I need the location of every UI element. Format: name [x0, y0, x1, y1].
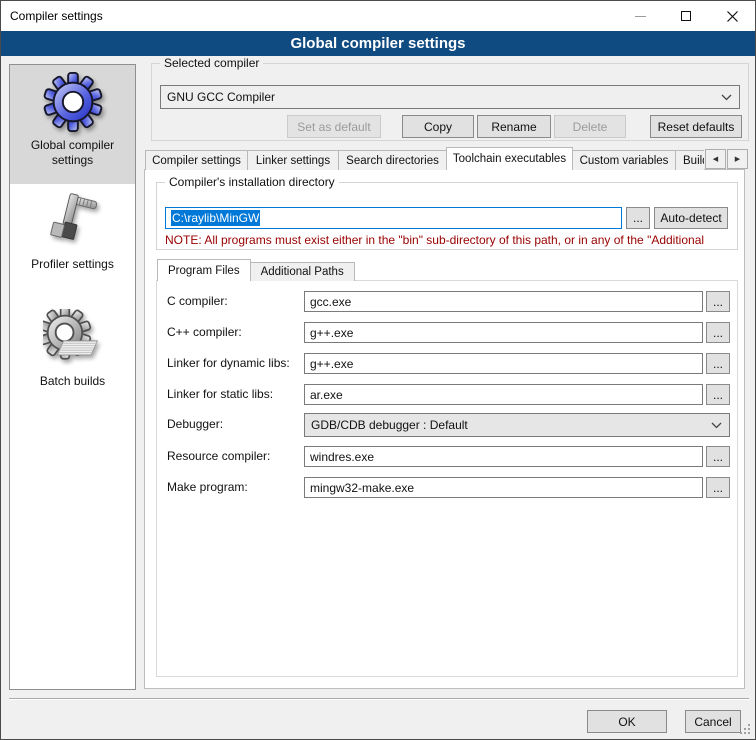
bin-subdirectory-note: NOTE: All programs must exist either in … [165, 233, 737, 247]
tab-build-options[interactable]: Build options [675, 150, 704, 170]
field-label-resource-compiler: Resource compiler: [167, 446, 303, 467]
debugger-select-value: GDB/CDB debugger : Default [311, 418, 711, 432]
tab-scroll-right-icon: ▶ [735, 155, 740, 163]
auto-detect-button[interactable]: Auto-detect [654, 207, 728, 229]
title-bar[interactable]: Compiler settings [1, 1, 755, 31]
maximize-icon [681, 11, 691, 21]
cpp-compiler-input[interactable]: g++.exe [304, 322, 703, 343]
chevron-down-icon [721, 94, 732, 101]
compiler-settings-dialog: Compiler settings Global compiler settin… [0, 0, 756, 740]
copy-button[interactable]: Copy [402, 115, 474, 138]
field-label-debugger: Debugger: [167, 414, 303, 435]
minimize-button[interactable] [617, 1, 663, 31]
installation-directory-group: Compiler's installation directory C:\ray… [156, 182, 738, 250]
settings-category-list: Global compiler settings Profiler settin… [9, 64, 136, 690]
c-compiler-input[interactable]: gcc.exe [304, 291, 703, 312]
group-label: Compiler's installation directory [165, 175, 339, 190]
sidebar-item-label: Batch builds [10, 374, 135, 389]
footer-divider [9, 698, 749, 700]
delete-button[interactable]: Delete [554, 115, 626, 138]
dialog-header: Global compiler settings [1, 31, 755, 56]
blue-gear-icon [42, 71, 104, 133]
linker-static-input[interactable]: ar.exe [304, 384, 703, 405]
sidebar-item-profiler-settings[interactable]: Profiler settings [10, 184, 135, 297]
field-label-cpp-compiler: C++ compiler: [167, 322, 303, 343]
window-title: Compiler settings [10, 1, 103, 31]
caliper-icon [43, 192, 103, 252]
tab-search-directories[interactable]: Search directories [338, 150, 447, 170]
settings-tabstrip: Compiler settings Linker settings Search… [145, 147, 704, 170]
installation-directory-input[interactable]: C:\raylib\MinGW [165, 207, 622, 229]
browse-cpp-compiler-button[interactable]: ... [706, 322, 730, 343]
field-label-linker-static: Linker for static libs: [167, 384, 303, 405]
sidebar-item-label: Global compiler settings [10, 138, 135, 168]
tab-custom-variables[interactable]: Custom variables [572, 150, 676, 170]
chevron-down-icon [711, 422, 722, 429]
compiler-select-value: GNU GCC Compiler [167, 90, 721, 104]
compiler-select[interactable]: GNU GCC Compiler [160, 85, 740, 109]
tab-toolchain-executables[interactable]: Toolchain executables [446, 147, 573, 170]
batch-builds-gear-icon [43, 309, 103, 369]
subtab-additional-paths[interactable]: Additional Paths [250, 262, 355, 281]
sidebar-item-batch-builds[interactable]: Batch builds [10, 297, 135, 419]
sidebar-item-label: Profiler settings [10, 257, 135, 272]
browse-linker-static-button[interactable]: ... [706, 384, 730, 405]
reset-defaults-button[interactable]: Reset defaults [650, 115, 742, 138]
selected-compiler-group: Selected compiler GNU GCC Compiler Set a… [151, 63, 749, 141]
ok-button[interactable]: OK [587, 710, 667, 733]
tab-scroll-left-button[interactable]: ◀ [705, 149, 726, 169]
tab-scroll-right-button[interactable]: ▶ [727, 149, 748, 169]
field-label-make-program: Make program: [167, 477, 303, 498]
tab-scroll-left-icon: ◀ [713, 155, 718, 163]
selected-text: C:\raylib\MinGW [171, 210, 260, 226]
tab-linker-settings[interactable]: Linker settings [247, 150, 339, 170]
make-program-input[interactable]: mingw32-make.exe [304, 477, 703, 498]
resource-compiler-input[interactable]: windres.exe [304, 446, 703, 467]
program-files-page: C compiler: gcc.exe ... C++ compiler: g+… [156, 280, 738, 677]
field-label-c-compiler: C compiler: [167, 291, 303, 312]
sidebar-item-global-compiler-settings[interactable]: Global compiler settings [10, 65, 135, 184]
toolchain-executables-page: Compiler's installation directory C:\ray… [144, 169, 745, 689]
field-label-linker-dynamic: Linker for dynamic libs: [167, 353, 303, 374]
resize-grip[interactable] [740, 724, 751, 735]
browse-linker-dynamic-button[interactable]: ... [706, 353, 730, 374]
debugger-select[interactable]: GDB/CDB debugger : Default [304, 413, 730, 437]
browse-resource-compiler-button[interactable]: ... [706, 446, 730, 467]
set-as-default-button[interactable]: Set as default [287, 115, 381, 138]
close-icon [727, 11, 738, 22]
close-button[interactable] [709, 1, 755, 31]
minimize-icon [635, 16, 646, 17]
subtab-program-files[interactable]: Program Files [157, 259, 251, 281]
tab-compiler-settings[interactable]: Compiler settings [145, 150, 248, 170]
browse-make-program-button[interactable]: ... [706, 477, 730, 498]
maximize-button[interactable] [663, 1, 709, 31]
cancel-button[interactable]: Cancel [685, 710, 741, 733]
browse-directory-button[interactable]: ... [626, 207, 650, 229]
browse-c-compiler-button[interactable]: ... [706, 291, 730, 312]
group-label: Selected compiler [160, 56, 263, 71]
programs-subtabstrip: Program Files Additional Paths [157, 259, 354, 281]
rename-button[interactable]: Rename [477, 115, 551, 138]
linker-dynamic-input[interactable]: g++.exe [304, 353, 703, 374]
